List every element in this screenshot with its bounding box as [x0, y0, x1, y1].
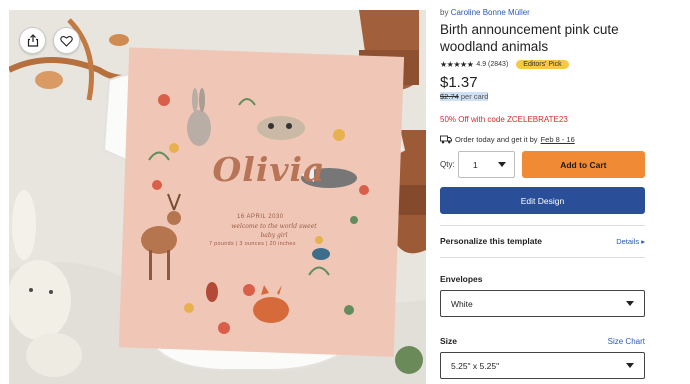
chevron-down-icon	[626, 301, 634, 306]
card-stats: 7 pounds | 3 ounces | 20 inches	[209, 241, 296, 247]
shipping-estimate: Order today and get it by Feb 8 - 16	[440, 135, 645, 144]
product-details-panel: by Caroline Bonne Müller Birth announcem…	[440, 8, 645, 379]
envelopes-section: Envelopes White	[440, 274, 645, 317]
edit-design-button[interactable]: Edit Design	[440, 187, 645, 214]
star-rating-icon: ★★★★★	[440, 59, 474, 69]
heart-icon	[60, 35, 73, 47]
section-divider	[440, 225, 645, 226]
envelopes-select[interactable]: White	[440, 290, 645, 317]
rating-count[interactable]: 4.9 (2843)	[476, 61, 508, 68]
ship-date-link[interactable]: Feb 8 - 16	[541, 135, 575, 144]
promo-text: 50% Off with code ZCELEBRATE23	[440, 115, 568, 124]
card-date: 16 APRIL 2030	[237, 214, 284, 220]
seller-link[interactable]: Caroline Bonne Müller	[451, 8, 530, 17]
share-button[interactable]	[19, 27, 46, 54]
byline: by Caroline Bonne Müller	[440, 8, 645, 17]
current-price: $1.37	[440, 74, 478, 91]
truck-icon	[440, 135, 452, 144]
size-label: Size	[440, 336, 458, 346]
original-price: $2.74	[440, 92, 459, 101]
product-title: Birth announcement pink cute woodland an…	[440, 22, 619, 54]
size-select[interactable]: 5.25" x 5.25"	[440, 352, 645, 379]
per-card-label: per card	[458, 92, 489, 101]
card-baby-name: Olivia	[212, 150, 326, 189]
size-header: Size Size Chart	[440, 336, 645, 346]
section-divider	[440, 257, 645, 258]
editors-pick-badge: Editors' Pick	[516, 59, 569, 69]
personalize-row: Personalize this template Details ▸	[440, 236, 645, 246]
chevron-down-icon	[497, 162, 506, 167]
share-icon	[27, 34, 38, 47]
original-price-row: $2.74 per card	[440, 92, 645, 103]
chevron-down-icon	[626, 363, 634, 368]
envelopes-label: Envelopes	[440, 274, 483, 284]
size-chart-link[interactable]: Size Chart	[608, 337, 645, 346]
product-image[interactable]: Olivia 16 APRIL 2030 welcome to the worl…	[9, 10, 426, 384]
favorite-button[interactable]	[53, 27, 80, 54]
size-value: 5.25" x 5.25"	[451, 360, 500, 371]
card-welcome-text: welcome to the world sweet baby girl	[231, 223, 317, 239]
quantity-row: Qty: 1 Add to Cart	[440, 151, 645, 178]
details-link[interactable]: Details ▸	[616, 237, 645, 246]
ship-prefix: Order today and get it by	[455, 135, 538, 144]
add-to-cart-button[interactable]: Add to Cart	[521, 151, 645, 178]
size-section: Size Size Chart 5.25" x 5.25"	[440, 336, 645, 379]
quantity-select[interactable]: 1	[457, 151, 515, 178]
rating-row[interactable]: ★★★★★ 4.9 (2843) Editors' Pick	[440, 58, 645, 70]
qty-label: Qty:	[440, 160, 455, 169]
by-prefix: by	[440, 8, 449, 17]
qty-value: 1	[472, 159, 478, 170]
envelopes-value: White	[451, 298, 473, 309]
personalize-label: Personalize this template	[440, 236, 543, 246]
product-photo	[9, 10, 426, 384]
